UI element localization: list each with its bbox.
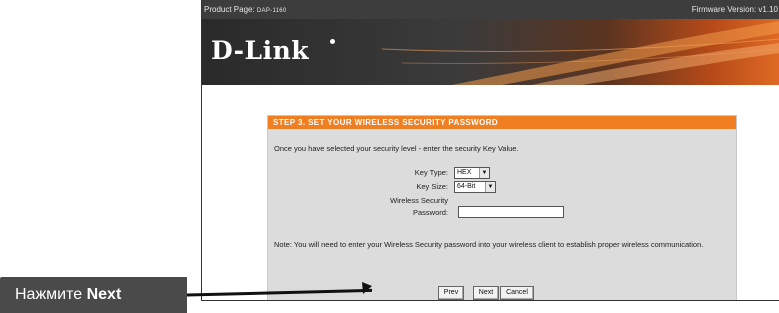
key-size-select[interactable]: 64-Bit ▼ (454, 181, 496, 193)
note-text: Note: You will need to enter your Wirele… (274, 240, 704, 249)
product-model: DAP-1160 (256, 8, 287, 14)
chevron-down-icon[interactable]: ▼ (485, 182, 495, 192)
browser-frame: Product Page: DAP-1160 Firmware Version:… (201, 0, 779, 301)
callout-bold: Next (86, 286, 122, 303)
dlink-logo: D-Link (211, 36, 310, 65)
firmware-version: Firmware Version: v1.10 (691, 5, 778, 14)
key-type-value: HEX (457, 169, 472, 176)
prev-button[interactable]: Prev (438, 286, 464, 300)
header-banner: D-Link (202, 19, 779, 85)
product-label: Product Page: (204, 5, 257, 14)
callout-label: Нажмите Next (15, 277, 121, 313)
callout-prefix: Нажмите (15, 286, 87, 303)
arrow-right-icon (187, 282, 372, 297)
product-page-text: Product Page: DAP-1160 (204, 0, 287, 21)
step-title: STEP 3. SET YOUR WIRELESS SECURITY PASSW… (268, 116, 736, 129)
chevron-down-icon[interactable]: ▼ (479, 168, 489, 178)
intro-text: Once you have selected your security lev… (274, 144, 519, 153)
password-label-line2: Password: (412, 208, 448, 217)
key-type-label: Key Type: (414, 168, 448, 177)
key-size-label: Key Size: (416, 182, 448, 191)
password-label-line1: Wireless Security (390, 196, 448, 205)
key-size-value: 64-Bit (457, 183, 476, 190)
key-type-select[interactable]: HEX ▼ (454, 167, 490, 179)
step-title-text: STEP 3. SET YOUR WIRELESS SECURITY PASSW… (273, 118, 499, 127)
cancel-button[interactable]: Cancel (500, 286, 534, 300)
wizard-panel: STEP 3. SET YOUR WIRELESS SECURITY PASSW… (267, 115, 737, 300)
wireless-password-input[interactable] (458, 206, 564, 218)
top-bar: Product Page: DAP-1160 Firmware Version:… (202, 0, 779, 19)
logo-dot (330, 39, 335, 44)
callout-box: Нажмите Next (0, 277, 187, 313)
next-button[interactable]: Next (473, 286, 499, 300)
